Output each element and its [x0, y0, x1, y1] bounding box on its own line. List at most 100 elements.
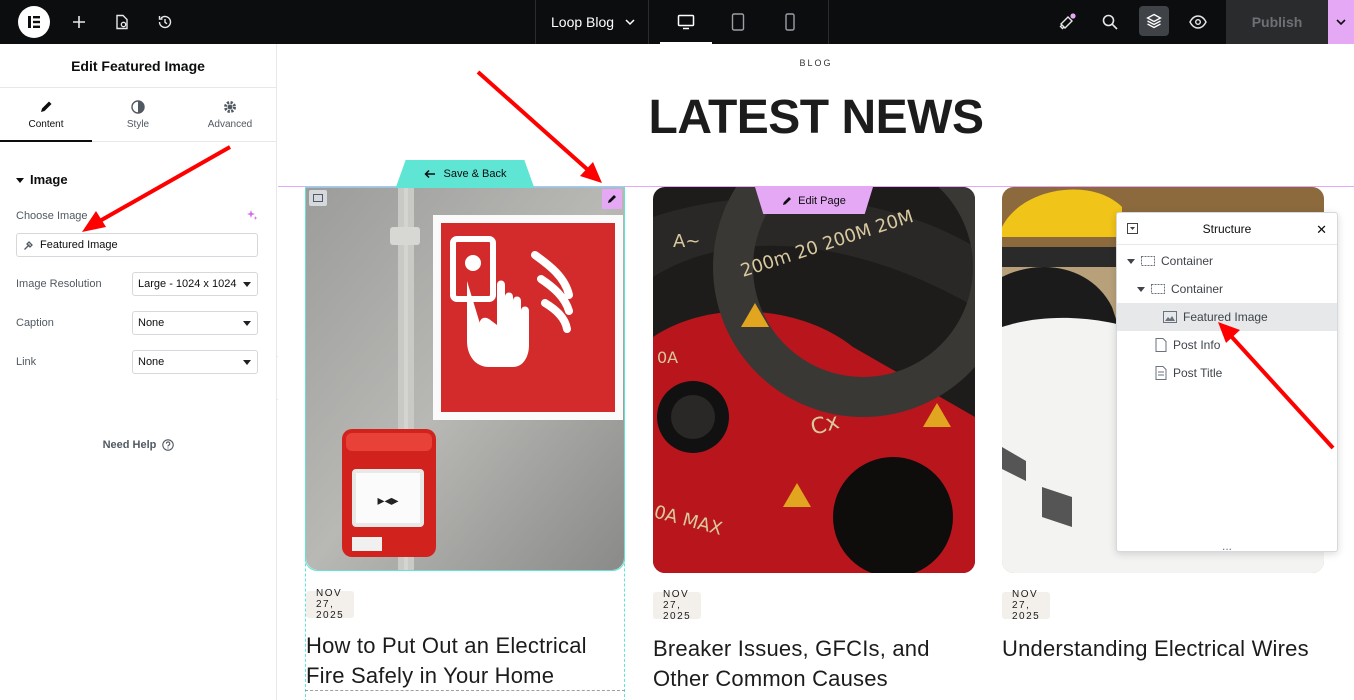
choose-image-label: Choose Image — [16, 210, 88, 222]
post-title[interactable]: How to Put Out an Electrical Fire Safely… — [306, 631, 626, 691]
image-icon — [1163, 311, 1177, 323]
svg-text:0A: 0A — [657, 348, 678, 367]
caret-down-icon — [16, 177, 24, 183]
publish-options-button[interactable] — [1328, 0, 1354, 44]
link-select[interactable]: None — [132, 350, 258, 374]
structure-panel: Structure ✕ Container Container Featured… — [1116, 212, 1338, 553]
mobile-view-button[interactable] — [764, 0, 816, 44]
edit-page-button[interactable]: Edit Page — [755, 187, 873, 214]
search-icon[interactable] — [1092, 0, 1128, 44]
elementor-logo[interactable] — [18, 6, 50, 38]
edit-widget-handle[interactable] — [602, 189, 622, 209]
panel-title: Edit Featured Image — [0, 44, 276, 88]
caret-down-icon — [1127, 259, 1135, 264]
divider — [305, 690, 625, 691]
choose-image-value: Featured Image — [40, 239, 118, 251]
pencil-icon — [783, 196, 792, 205]
section-title: Image — [30, 172, 68, 187]
need-help-label: Need Help — [102, 439, 157, 451]
collapse-icon[interactable] — [1127, 223, 1138, 234]
panel-tabs: Content Style Advanced — [0, 88, 276, 142]
structure-title: Structure — [1202, 221, 1252, 236]
structure-item-label: Container — [1161, 254, 1214, 268]
post-date: NOV 27, 2025 — [653, 589, 702, 622]
structure-item-container[interactable]: Container — [1117, 247, 1337, 275]
structure-item-post-title[interactable]: Post Title — [1117, 359, 1337, 387]
tab-content-label: Content — [28, 118, 64, 130]
notifications-icon[interactable] — [1049, 0, 1085, 44]
post-title[interactable]: Understanding Electrical Wires — [1002, 634, 1342, 664]
top-bar: Loop Blog Publish — [0, 0, 1354, 44]
caret-down-icon — [1137, 287, 1145, 292]
caption-select[interactable]: None — [132, 311, 258, 335]
save-and-back-button[interactable]: Save & Back — [396, 160, 534, 187]
svg-text:A~: A~ — [673, 231, 700, 252]
add-icon[interactable] — [61, 0, 97, 44]
history-icon[interactable] — [147, 0, 183, 44]
caption-value: None — [138, 317, 165, 329]
post-title-line: Breaker Issues, GFCIs, and — [653, 636, 930, 661]
post-title-icon — [1155, 366, 1167, 380]
structure-item-label: Post Info — [1173, 338, 1221, 352]
link-value: None — [138, 356, 165, 368]
structure-item-post-info[interactable]: Post Info — [1117, 331, 1337, 359]
edit-page-label: Edit Page — [798, 194, 846, 207]
tab-advanced[interactable]: Advanced — [184, 88, 276, 141]
link-label: Link — [16, 356, 37, 368]
resize-handle[interactable]: ... — [1117, 539, 1337, 553]
container-icon — [1151, 284, 1165, 294]
container-icon — [1141, 256, 1155, 266]
tablet-view-button[interactable] — [712, 0, 764, 44]
featured-image-multimeter[interactable]: 200m 20 200M 20M A~ Cx 0A MAX 0A — [653, 187, 975, 573]
post-title-line: Fire Safely in Your Home — [306, 663, 555, 688]
caret-down-icon — [243, 321, 251, 326]
close-icon[interactable]: ✕ — [1316, 222, 1327, 238]
post-title-line: Other Common Causes — [653, 666, 888, 691]
structure-item-container[interactable]: Container — [1117, 275, 1337, 303]
chevron-down-icon — [1336, 19, 1346, 26]
post-date: NOV 27, 2025 — [306, 588, 355, 621]
tab-content[interactable]: Content — [0, 88, 92, 142]
gear-icon — [224, 100, 236, 113]
editor-panel: Edit Featured Image Content Style Advanc… — [0, 44, 277, 700]
document-selector[interactable]: Loop Blog — [535, 0, 649, 44]
choose-image-field[interactable]: Featured Image — [16, 233, 258, 257]
image-resolution-select[interactable]: Large - 1024 x 1024 — [132, 272, 258, 296]
blog-eyebrow: BLOG — [799, 58, 833, 68]
pencil-icon — [608, 195, 616, 203]
desktop-view-button[interactable] — [660, 0, 712, 44]
structure-layers-icon[interactable] — [1139, 6, 1169, 36]
pencil-icon — [41, 101, 52, 112]
post-title-line: How to Put Out an Electrical — [306, 633, 587, 658]
page-settings-icon[interactable] — [104, 0, 140, 44]
container-handle[interactable] — [309, 190, 327, 206]
image-resolution-label: Image Resolution — [16, 278, 102, 290]
help-icon — [162, 439, 175, 451]
chevron-down-icon — [625, 19, 635, 26]
ai-sparkle-icon[interactable] — [247, 210, 258, 221]
publish-button[interactable]: Publish — [1226, 0, 1328, 44]
tab-style-label: Style — [126, 118, 150, 130]
structure-item-label: Container — [1171, 282, 1224, 296]
post-title[interactable]: Breaker Issues, GFCIs, and Other Common … — [653, 634, 975, 694]
mobile-icon — [785, 13, 795, 31]
structure-header[interactable]: Structure ✕ — [1117, 213, 1337, 245]
image-resolution-value: Large - 1024 x 1024 — [138, 278, 237, 290]
post-date: NOV 27, 2025 — [1002, 589, 1051, 622]
desktop-icon — [677, 14, 695, 30]
featured-image-fire-alarm[interactable]: ▸◂▸ — [306, 187, 624, 570]
need-help-link[interactable]: Need Help — [0, 439, 277, 451]
section-image-header[interactable]: Image — [16, 172, 68, 187]
arrow-left-icon — [423, 169, 435, 178]
contrast-icon — [131, 99, 145, 114]
divider — [828, 0, 829, 44]
post-title-line: Understanding Electrical Wires — [1002, 636, 1309, 661]
caret-down-icon — [243, 360, 251, 365]
structure-item-featured-image[interactable]: Featured Image — [1117, 303, 1337, 331]
page-title: LATEST NEWS — [648, 91, 984, 144]
caret-down-icon — [243, 282, 251, 287]
dynamic-tag-icon — [24, 240, 33, 250]
structure-item-label: Featured Image — [1183, 310, 1268, 324]
preview-eye-icon[interactable] — [1180, 0, 1216, 44]
tab-style[interactable]: Style — [92, 88, 184, 141]
